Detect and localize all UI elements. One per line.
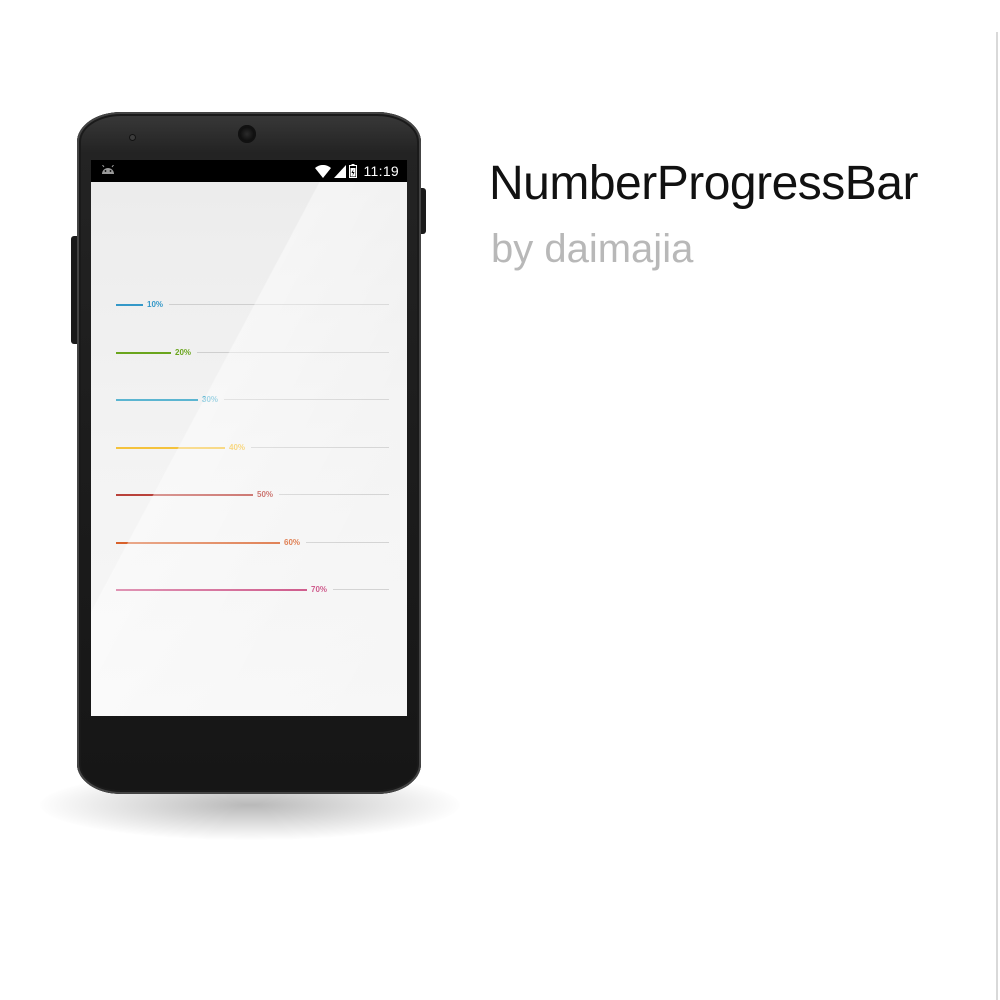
number-progress-bar: 10% bbox=[116, 300, 389, 310]
number-progress-bar: 50% bbox=[116, 490, 389, 500]
progress-label: 60% bbox=[284, 537, 301, 547]
number-progress-bar: 60% bbox=[116, 538, 389, 548]
progress-fill bbox=[116, 494, 253, 496]
page: 11:19 10% 20% 30% 40% 50% 60% 70% NumberProgre… bbox=[0, 0, 1000, 1000]
progress-label: 40% bbox=[229, 442, 246, 452]
status-bar: 11:19 bbox=[91, 160, 407, 182]
progress-fill bbox=[116, 541, 280, 544]
battery-icon bbox=[348, 164, 357, 178]
progress-track bbox=[224, 399, 389, 400]
app-author: by daimajia bbox=[491, 227, 694, 271]
number-progress-bar: 40% bbox=[116, 443, 389, 453]
progress-label: 20% bbox=[175, 347, 192, 357]
front-camera bbox=[129, 134, 136, 141]
right-divider bbox=[996, 32, 998, 1000]
wifi-icon bbox=[314, 164, 331, 178]
progress-track bbox=[251, 446, 389, 448]
bottom-bezel bbox=[77, 716, 421, 794]
number-progress-bar: 20% bbox=[116, 348, 389, 358]
progress-fill bbox=[116, 589, 307, 591]
earpiece-speaker bbox=[238, 125, 256, 143]
progress-fill bbox=[116, 351, 171, 354]
signal-icon bbox=[333, 164, 346, 178]
status-icons: 11:19 bbox=[314, 162, 400, 180]
number-progress-bar: 70% bbox=[116, 585, 389, 595]
progress-track bbox=[279, 494, 389, 495]
progress-fill bbox=[116, 304, 143, 306]
app-title: NumberProgressBar bbox=[489, 157, 918, 210]
progress-track bbox=[197, 351, 389, 353]
phone-screen: 11:19 10% 20% 30% 40% 50% 60% 70% bbox=[91, 160, 407, 716]
progress-track bbox=[306, 541, 389, 543]
progress-label: 50% bbox=[257, 490, 274, 499]
progress-label: 70% bbox=[311, 585, 328, 594]
progress-fill bbox=[116, 446, 225, 449]
progress-label: 10% bbox=[147, 300, 164, 309]
app-content: 10% 20% 30% 40% 50% 60% 70% bbox=[91, 182, 407, 716]
progress-track bbox=[333, 589, 389, 590]
progress-track bbox=[169, 304, 389, 305]
progress-label: 30% bbox=[202, 395, 219, 404]
headline: NumberProgressBar by daimajia bbox=[489, 152, 989, 278]
progress-fill bbox=[116, 399, 198, 401]
number-progress-bar: 30% bbox=[116, 395, 389, 405]
android-icon bbox=[102, 165, 114, 174]
status-time: 11:19 bbox=[363, 163, 399, 179]
phone-frame: 11:19 10% 20% 30% 40% 50% 60% 70% bbox=[77, 112, 421, 794]
